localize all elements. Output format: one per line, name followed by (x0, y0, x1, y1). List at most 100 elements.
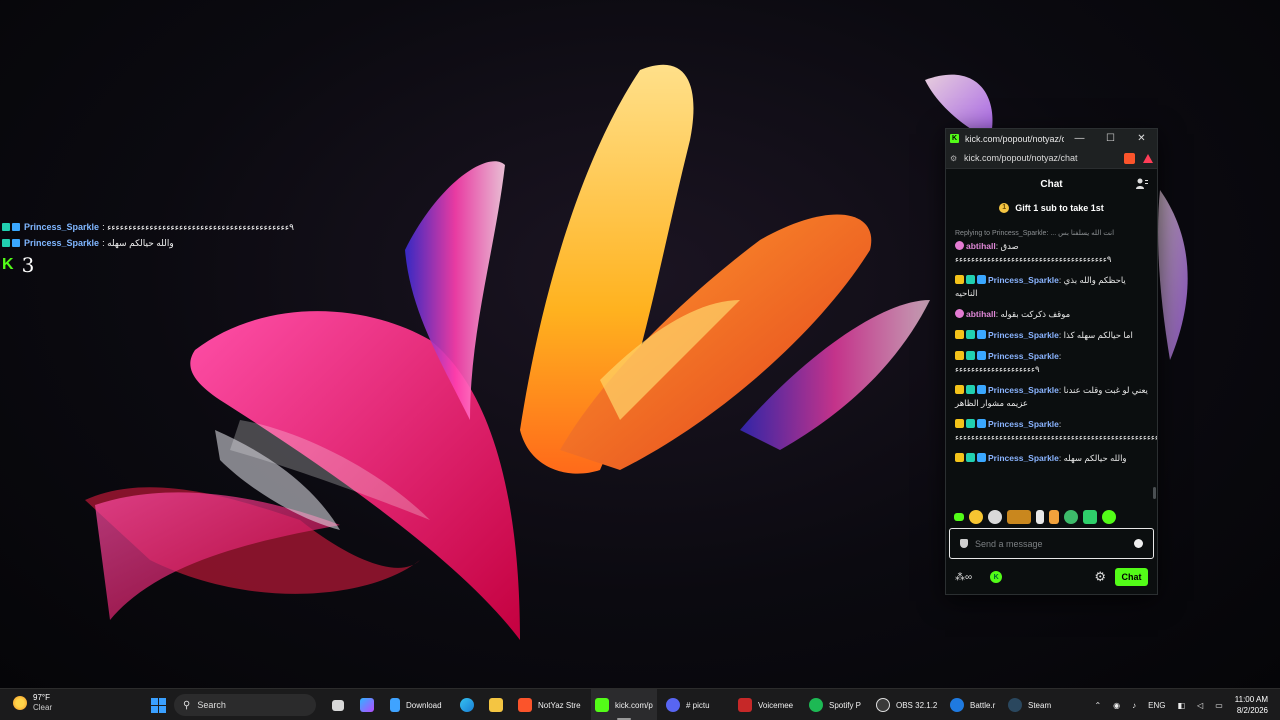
window-titlebar[interactable]: K kick.com/popout/notyaz/ch... — ☐ ✕ (946, 129, 1157, 148)
crown-badge-icon (955, 453, 964, 462)
tool-badge-icon (12, 223, 20, 231)
taskbar-item-kick[interactable]: kick.com/p (591, 689, 657, 720)
window-title: kick.com/popout/notyaz/ch... (965, 133, 1064, 144)
overlay-chat-line: Princess_Sparkle : والله حيالكم سهله (2, 235, 342, 251)
kick-emote-icon[interactable] (1102, 510, 1116, 524)
start-button[interactable] (151, 689, 166, 720)
chat-username[interactable]: Princess_Sparkle (988, 330, 1059, 340)
thumbs-emote-icon[interactable] (1049, 510, 1059, 524)
kick-points-icon[interactable]: ⁂ (955, 572, 965, 583)
brave-icon (518, 698, 532, 712)
store-icon[interactable] (360, 689, 380, 720)
message-input-box[interactable] (949, 528, 1154, 559)
minimize-button[interactable]: — (1064, 129, 1095, 148)
weather-temp: 97°F (33, 693, 50, 702)
clock[interactable]: 11:00 AM 8/2/2026 (1235, 694, 1268, 716)
taskbar-item-battlenet[interactable]: Battle.r (950, 689, 995, 720)
address-bar[interactable]: ⚙ kick.com/popout/notyaz/chat (946, 148, 1157, 169)
notes-icon[interactable] (489, 689, 509, 720)
crown-badge-icon (955, 385, 964, 394)
overlay-username: Princess_Sparkle (24, 222, 100, 232)
hands-emote-icon[interactable] (1036, 510, 1044, 524)
chat-messages[interactable]: Replying to Princess_Sparkle: ... انت ال… (946, 229, 1157, 526)
kick-favicon-icon: K (950, 134, 959, 143)
gift-sub-banner[interactable]: 1 Gift 1 sub to take 1st (946, 199, 1157, 216)
stream-chat-overlay: Princess_Sparkle : ٩ءءءءءءءءءءءءءءءءءءءء… (2, 219, 342, 277)
overlay-chat-line: Princess_Sparkle : ٩ءءءءءءءءءءءءءءءءءءءء… (2, 219, 342, 235)
sub-badge-icon (966, 275, 975, 284)
taskbar-search[interactable]: ⚲ Search (174, 689, 316, 720)
clock-time: 11:00 AM (1234, 695, 1268, 704)
taskbar-item-download[interactable]: Download (390, 689, 442, 720)
chat-username[interactable]: abtihall (966, 309, 996, 319)
chat-username[interactable]: Princess_Sparkle (988, 385, 1059, 395)
overlay-message: : والله حيالكم سهله (102, 237, 174, 248)
close-button[interactable]: ✕ (1126, 129, 1157, 148)
users-icon[interactable] (1135, 177, 1148, 190)
emoji-picker-icon[interactable] (1134, 539, 1143, 548)
edge-icon[interactable] (460, 689, 480, 720)
chat-message: Princess_Sparkle: ياحظكم والله بذي الناح… (955, 275, 1126, 298)
envelope-emote-icon[interactable] (954, 513, 964, 521)
taskbar-item-obs[interactable]: OBS 32.1.2 (876, 689, 937, 720)
taskbar-item-discord[interactable]: # pictu (666, 689, 710, 720)
volume-icon[interactable]: ◧ (1178, 701, 1186, 710)
obs-icon (876, 698, 890, 712)
chat-scrollbar[interactable] (1153, 487, 1156, 499)
chat-title: Chat (1040, 178, 1063, 190)
chat-message-text: ٩ءءءءءءءءءءءءءءءءءءءء (955, 364, 1040, 374)
spotify-icon (809, 698, 823, 712)
gift-text: Gift 1 sub to take 1st (1015, 202, 1104, 213)
gear-icon[interactable]: ⚙ (1094, 569, 1106, 585)
reply-reference[interactable]: Replying to Princess_Sparkle: ... انت ال… (955, 229, 1149, 240)
mic-icon[interactable]: ♪ (1132, 701, 1136, 710)
tool-badge-icon (977, 351, 986, 360)
taskbar-item-voicemeeter[interactable]: Voicemee (738, 689, 793, 720)
green-emote-icon[interactable] (1083, 510, 1097, 524)
kick-coin-icon[interactable]: K (990, 571, 1003, 583)
chat-username[interactable]: Princess_Sparkle (988, 275, 1059, 285)
weather-widget[interactable]: 97°F Clear (13, 693, 52, 713)
sub-badge-icon (966, 453, 975, 462)
taskbar-item-steam[interactable]: Steam (1008, 689, 1051, 720)
send-chat-button[interactable]: Chat (1115, 568, 1148, 586)
language-indicator[interactable]: ENG (1148, 701, 1165, 710)
taskbar-item-spotify[interactable]: Spotify P (809, 689, 861, 720)
brave-shield-icon[interactable] (1124, 152, 1135, 164)
sun-icon (13, 696, 27, 710)
tool-badge-icon (12, 239, 20, 247)
battery-icon[interactable]: ▭ (1215, 701, 1223, 710)
network-icon[interactable]: ◉ (1113, 701, 1120, 710)
face-emote-icon[interactable] (988, 510, 1002, 524)
sub-badge-icon (2, 239, 10, 247)
chat-username[interactable]: abtihall (966, 241, 996, 251)
tool-badge-icon (977, 330, 986, 339)
download-icon (390, 698, 400, 712)
maximize-button[interactable]: ☐ (1095, 129, 1126, 148)
message-input[interactable] (975, 538, 1134, 549)
kick-logo-icon: K (2, 256, 14, 273)
chevron-up-icon[interactable]: ⌃ (1094, 701, 1101, 710)
url-text[interactable]: kick.com/popout/notyaz/chat (964, 153, 1118, 163)
chat-username[interactable]: Princess_Sparkle (988, 351, 1059, 361)
chat-message-text: والله حيالكم سهله (1063, 453, 1127, 463)
speaker-icon[interactable]: ◁ (1197, 701, 1203, 710)
site-info-icon[interactable]: ⚙ (950, 154, 964, 163)
chat-username[interactable]: Princess_Sparkle (988, 419, 1059, 429)
chat-popout-window: K kick.com/popout/notyaz/ch... — ☐ ✕ ⚙ k… (945, 128, 1158, 595)
task-view-icon[interactable] (332, 689, 350, 720)
battlenet-icon (950, 698, 964, 712)
chat-message-text: ٩ءءءءءءءءءءءءءءءءءءءءءءءءءءءءءءءءءءءءءء (955, 254, 1112, 264)
windows-taskbar: 97°F Clear ⚲ Search Download NotYaz Stre… (0, 688, 1280, 720)
crown-badge-icon (955, 275, 964, 284)
chat-username[interactable]: Princess_Sparkle (988, 453, 1059, 463)
crown-badge-icon (955, 351, 964, 360)
taskbar-item-brave[interactable]: NotYaz Stre (518, 689, 581, 720)
fire-emote-icon[interactable] (1007, 510, 1031, 524)
globe-emote-icon[interactable] (1064, 510, 1078, 524)
discord-icon (666, 698, 680, 712)
brave-rewards-icon[interactable] (1143, 153, 1153, 163)
infinite-label[interactable]: ∞ (965, 572, 972, 583)
coin-icon: 1 (999, 202, 1010, 213)
laughing-emote-icon[interactable] (969, 510, 983, 524)
